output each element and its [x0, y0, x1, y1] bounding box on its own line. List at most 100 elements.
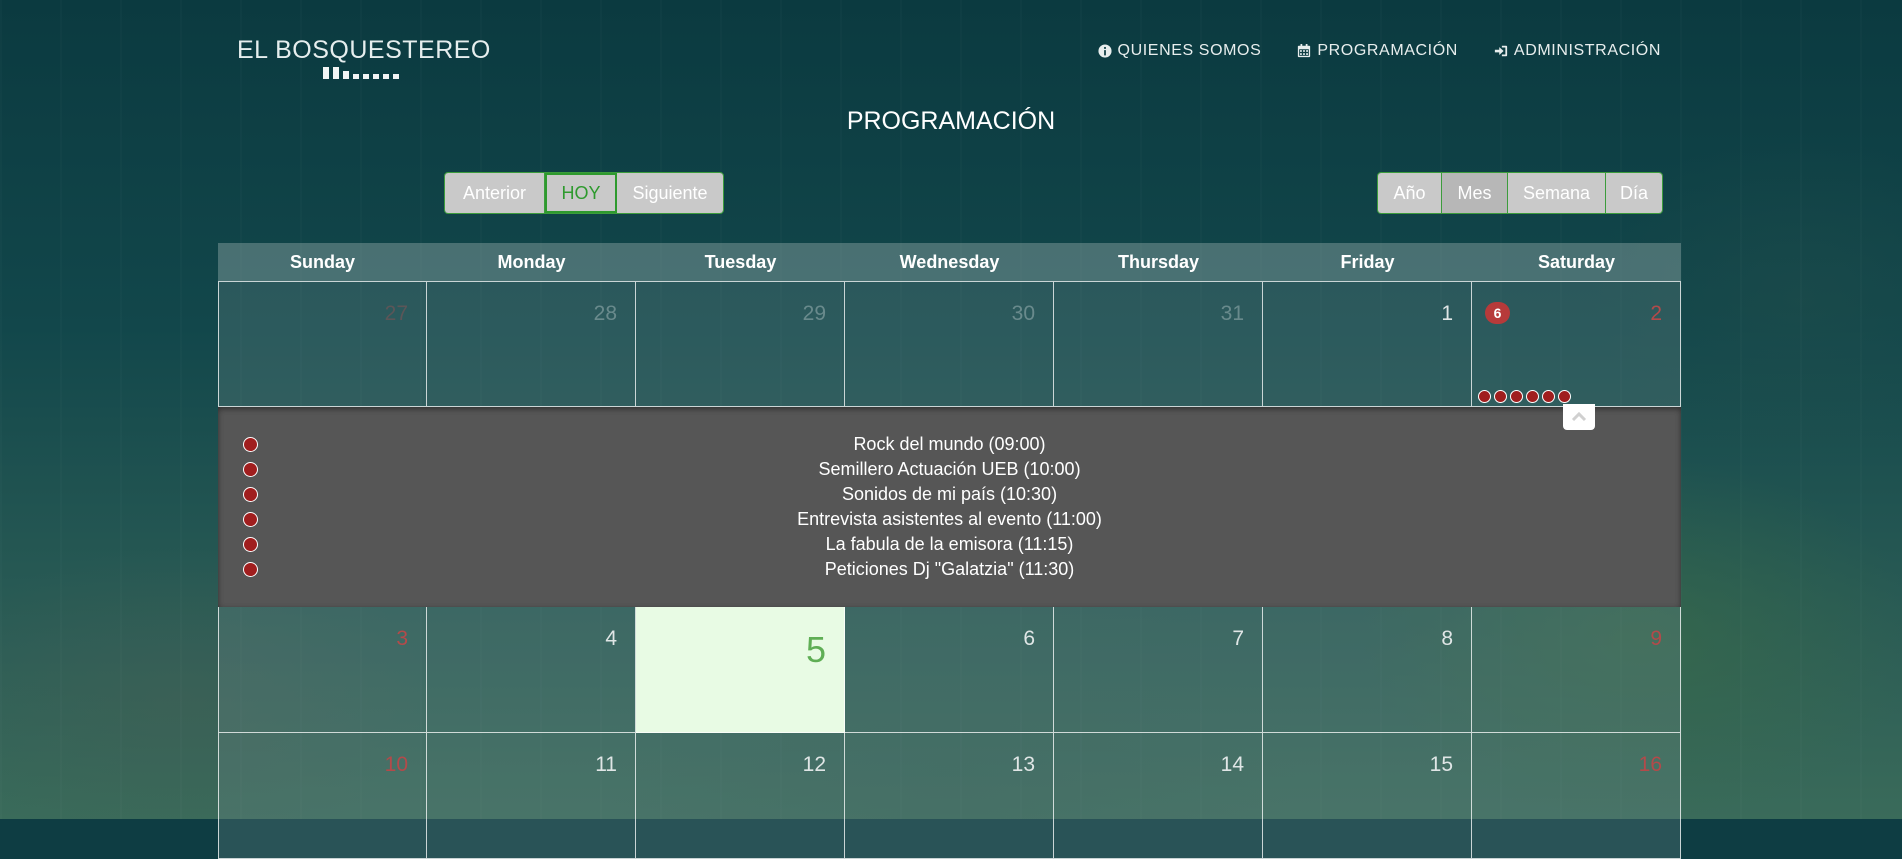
day-number: 9 — [1650, 627, 1662, 650]
day-cell[interactable]: 9 — [1472, 607, 1681, 733]
weekday-header: Sunday Monday Tuesday Wednesday Thursday… — [218, 243, 1681, 281]
event-dot[interactable] — [1478, 390, 1491, 403]
day-number: 16 — [1638, 753, 1662, 776]
collapse-panel-button[interactable] — [1563, 404, 1595, 430]
day-cell[interactable]: 1 — [1263, 281, 1472, 407]
event-dot[interactable] — [1510, 390, 1523, 403]
event-dot — [243, 512, 258, 527]
event-count-badge[interactable]: 6 — [1485, 302, 1510, 324]
weekday-sunday: Sunday — [289, 251, 355, 272]
day-number: 1 — [1441, 302, 1453, 325]
day-number: 13 — [1011, 753, 1035, 776]
weekday-saturday: Saturday — [1537, 251, 1616, 272]
day-number: 27 — [384, 302, 408, 325]
day-number: 8 — [1441, 627, 1453, 650]
calendar-week: 10 11 12 13 14 15 16 — [218, 733, 1681, 859]
day-cell[interactable]: 15 — [1263, 733, 1472, 859]
day-number: 3 — [396, 627, 408, 650]
event-item[interactable]: Semillero Actuación UEB (10:00) — [218, 457, 1681, 482]
day-number: 11 — [595, 753, 617, 776]
event-title[interactable]: Entrevista asistentes al evento (11:00) — [218, 509, 1681, 530]
event-dot — [243, 487, 258, 502]
day-cell[interactable]: 6 — [845, 607, 1054, 733]
month-calendar: Sunday Monday Tuesday Wednesday Thursday… — [218, 243, 1681, 859]
day-cell[interactable]: 31 — [1054, 281, 1263, 407]
day-cell[interactable]: 11 — [427, 733, 636, 859]
day-cell[interactable]: 16 — [1472, 733, 1681, 859]
view-week-button[interactable]: Semana — [1508, 173, 1606, 213]
weekday-thursday: Thursday — [1117, 251, 1200, 272]
day-cell[interactable]: 10 — [218, 733, 427, 859]
sign-in-icon — [1494, 45, 1508, 57]
main-nav: QUIENES SOMOS PROGRAMACIÓN ADMINISTRACIÓ… — [1097, 42, 1661, 60]
day-number: 6 — [1023, 627, 1035, 650]
day-number: 31 — [1220, 302, 1244, 325]
nav-quienes-somos[interactable]: QUIENES SOMOS — [1097, 42, 1262, 60]
day-number: 14 — [1220, 753, 1244, 776]
event-item[interactable]: Entrevista asistentes al evento (11:00) — [218, 507, 1681, 532]
day-cell-selected[interactable]: 6 2 — [1472, 281, 1681, 407]
date-navigation-group: Anterior HOY Siguiente — [444, 172, 724, 214]
event-item[interactable]: Sonidos de mi país (10:30) — [218, 482, 1681, 507]
day-cell[interactable]: 7 — [1054, 607, 1263, 733]
day-number: 12 — [802, 753, 826, 776]
day-cell[interactable]: 14 — [1054, 733, 1263, 859]
day-cell[interactable]: 30 — [845, 281, 1054, 407]
event-title[interactable]: Semillero Actuación UEB (10:00) — [218, 459, 1681, 480]
next-button[interactable]: Siguiente — [617, 173, 723, 213]
event-dot — [243, 537, 258, 552]
nav-programacion[interactable]: PROGRAMACIÓN — [1297, 42, 1458, 60]
day-number: 28 — [593, 302, 617, 325]
day-number: 10 — [384, 753, 408, 776]
prev-button[interactable]: Anterior — [445, 173, 545, 213]
event-item[interactable]: Peticiones Dj "Galatzia" (11:30) — [218, 557, 1681, 582]
day-cell[interactable]: 28 — [427, 281, 636, 407]
view-day-button[interactable]: Día — [1606, 173, 1662, 213]
view-year-button[interactable]: Año — [1378, 173, 1442, 213]
day-number: 30 — [1011, 302, 1035, 325]
day-number: 5 — [805, 629, 826, 670]
event-title[interactable]: Sonidos de mi país (10:30) — [218, 484, 1681, 505]
today-button[interactable]: HOY — [545, 173, 617, 213]
events-slide-panel: Rock del mundo (09:00) Semillero Actuaci… — [218, 404, 1681, 607]
calendar-week: 27 28 29 30 31 1 6 2 — [218, 281, 1681, 407]
view-month-button[interactable]: Mes — [1442, 173, 1508, 213]
event-dot — [243, 562, 258, 577]
weekday-wednesday: Wednesday — [899, 251, 1000, 272]
nav-label: ADMINISTRACIÓN — [1513, 42, 1661, 59]
day-cell[interactable]: 27 — [218, 281, 427, 407]
day-cell[interactable]: 12 — [636, 733, 845, 859]
day-cell[interactable]: 4 — [427, 607, 636, 733]
nav-administracion[interactable]: ADMINISTRACIÓN — [1494, 42, 1661, 60]
event-dot[interactable] — [1542, 390, 1555, 403]
event-title[interactable]: Rock del mundo (09:00) — [218, 434, 1681, 455]
event-dot — [243, 437, 258, 452]
calendar-icon — [1298, 44, 1311, 58]
nav-label: QUIENES SOMOS — [1117, 42, 1262, 59]
event-list: Rock del mundo (09:00) Semillero Actuaci… — [218, 432, 1681, 582]
day-cell-today[interactable]: 5 — [636, 607, 845, 733]
event-item[interactable]: Rock del mundo (09:00) — [218, 432, 1681, 457]
event-dot[interactable] — [1494, 390, 1507, 403]
weekday-friday: Friday — [1340, 251, 1395, 272]
calendar-week: 3 4 5 6 7 8 9 — [218, 607, 1681, 733]
nav-label: PROGRAMACIÓN — [1317, 42, 1458, 59]
chevron-up-icon — [1571, 412, 1587, 422]
event-title[interactable]: Peticiones Dj "Galatzia" (11:30) — [218, 559, 1681, 580]
day-number: 7 — [1232, 627, 1244, 650]
logo-bars-icon — [323, 67, 399, 79]
event-dot[interactable] — [1526, 390, 1539, 403]
event-dot[interactable] — [1558, 390, 1571, 403]
day-cell[interactable]: 13 — [845, 733, 1054, 859]
site-logo[interactable]: EL BOSQUESTEREO — [237, 36, 491, 65]
day-cell[interactable]: 3 — [218, 607, 427, 733]
page-title: PROGRAMACIÓN — [846, 107, 1056, 135]
day-number: 15 — [1429, 753, 1453, 776]
weekday-monday: Monday — [497, 251, 566, 272]
day-cell[interactable]: 8 — [1263, 607, 1472, 733]
event-title[interactable]: La fabula de la emisora (11:15) — [218, 534, 1681, 555]
event-item[interactable]: La fabula de la emisora (11:15) — [218, 532, 1681, 557]
day-cell[interactable]: 29 — [636, 281, 845, 407]
weekday-tuesday: Tuesday — [704, 251, 777, 272]
event-dots — [1478, 390, 1571, 403]
